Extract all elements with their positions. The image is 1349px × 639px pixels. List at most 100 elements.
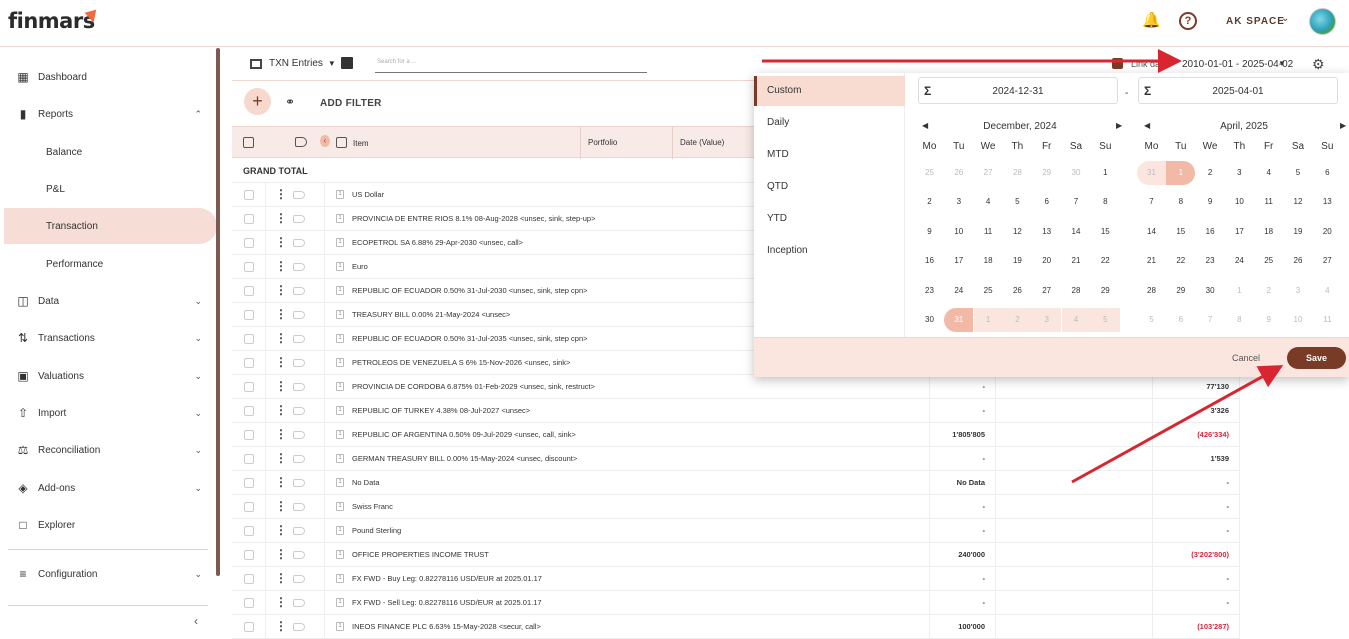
chevron-down-icon[interactable]: ⌄ xyxy=(1281,13,1289,24)
calendar-day[interactable]: 1 xyxy=(1225,279,1254,303)
calendar-day[interactable]: 24 xyxy=(944,279,973,303)
row-checkbox[interactable] xyxy=(244,526,254,536)
sidebar-item-transaction[interactable]: Transaction xyxy=(4,208,217,244)
avatar[interactable] xyxy=(1309,8,1336,35)
calendar-day[interactable]: 4 xyxy=(1254,161,1283,185)
app-logo[interactable]: finmars xyxy=(8,9,95,33)
calendar-day[interactable]: 14 xyxy=(1062,220,1091,244)
expand-icon[interactable]: 1 xyxy=(336,526,344,535)
table-row[interactable]: ⋮ 1 PROVINCIA DE CORDOBA 6.875% 01-Feb-202… xyxy=(232,375,1240,399)
expand-icon[interactable]: 1 xyxy=(336,550,344,559)
expand-icon[interactable]: 1 xyxy=(336,262,344,271)
calendar-day[interactable]: 15 xyxy=(1166,220,1195,244)
expand-icon[interactable]: 1 xyxy=(336,214,344,223)
calendar-day[interactable]: 2 xyxy=(1002,308,1032,332)
sidebar-item-data[interactable]: ◫ Data ⌄ xyxy=(0,283,216,319)
tag-icon[interactable] xyxy=(293,407,305,415)
row-checkbox[interactable] xyxy=(244,238,254,248)
table-row[interactable]: ⋮ 1 REPUBLIC OF TURKEY 4.38% 08-Jul-2027 <… xyxy=(232,399,1240,423)
row-checkbox[interactable] xyxy=(244,598,254,608)
calendar-day[interactable]: 25 xyxy=(1254,249,1283,273)
calendar-day[interactable]: 25 xyxy=(915,161,944,185)
caret-down-icon[interactable]: ▼ xyxy=(1278,59,1286,68)
row-checkbox[interactable] xyxy=(244,502,254,512)
calendar-day[interactable]: 10 xyxy=(1284,308,1313,332)
tag-icon[interactable] xyxy=(293,431,305,439)
sidebar-item-balance[interactable]: Balance xyxy=(0,134,216,170)
row-checkbox[interactable] xyxy=(244,622,254,632)
more-vertical-icon[interactable]: ⋮ xyxy=(275,619,287,633)
row-checkbox[interactable] xyxy=(244,406,254,416)
sidebar-item-reconciliation[interactable]: ⚖ Reconciliation ⌄ xyxy=(0,432,216,468)
link-icon[interactable]: ⚭ xyxy=(285,95,295,109)
calendar-day[interactable]: 6 xyxy=(1032,190,1061,214)
row-checkbox[interactable] xyxy=(244,214,254,224)
calendar-day[interactable]: 5 xyxy=(1137,308,1166,332)
calendar-day[interactable]: 26 xyxy=(944,161,973,185)
calendar-day[interactable]: 16 xyxy=(1196,220,1225,244)
expand-icon[interactable]: 1 xyxy=(336,286,344,295)
more-vertical-icon[interactable]: ⋮ xyxy=(275,379,287,393)
calendar-day[interactable]: 5 xyxy=(1090,308,1120,332)
expand-icon[interactable]: 1 xyxy=(336,406,344,415)
table-row[interactable]: ⋮ 1 Pound Sterling - - xyxy=(232,519,1240,543)
tag-icon[interactable] xyxy=(293,311,305,319)
calendar-day[interactable]: 7 xyxy=(1062,190,1091,214)
column-header-date-value[interactable]: Date (Value) xyxy=(672,127,750,159)
more-vertical-icon[interactable]: ⋮ xyxy=(275,403,287,417)
sidebar-scrollbar[interactable] xyxy=(216,48,220,576)
sidebar-item-valuations[interactable]: ▣ Valuations ⌄ xyxy=(0,358,216,394)
tag-icon[interactable] xyxy=(293,215,305,223)
sidebar-item-reports[interactable]: ▮ Reports ⌃ xyxy=(0,96,216,132)
column-header-item[interactable]: Item xyxy=(353,139,369,148)
calendar-day[interactable]: 11 xyxy=(1254,190,1283,214)
row-checkbox[interactable] xyxy=(244,574,254,584)
calendar-day[interactable]: 20 xyxy=(1313,220,1342,244)
expand-icon[interactable]: 1 xyxy=(336,598,344,607)
calendar-day[interactable]: 3 xyxy=(1225,161,1254,185)
tag-icon[interactable] xyxy=(293,239,305,247)
preset-daily[interactable]: Daily xyxy=(754,108,905,138)
help-icon[interactable]: ? xyxy=(1179,12,1197,30)
tag-icon[interactable] xyxy=(293,503,305,511)
tag-icon[interactable] xyxy=(293,551,305,559)
expand-icon[interactable]: 1 xyxy=(336,454,344,463)
calendar-day[interactable]: 5 xyxy=(1003,190,1032,214)
calendar-day[interactable]: 31 xyxy=(1137,161,1166,185)
more-vertical-icon[interactable]: ⋮ xyxy=(275,235,287,249)
row-checkbox[interactable] xyxy=(244,310,254,320)
tag-icon[interactable] xyxy=(293,455,305,463)
more-vertical-icon[interactable]: ⋮ xyxy=(275,595,287,609)
tag-icon[interactable] xyxy=(295,137,307,147)
tag-icon[interactable] xyxy=(293,359,305,367)
expand-icon[interactable]: 1 xyxy=(336,310,344,319)
from-date-input[interactable]: Σ 2024-12-31 xyxy=(918,77,1118,104)
expand-icon[interactable]: 1 xyxy=(336,478,344,487)
more-vertical-icon[interactable]: ⋮ xyxy=(275,187,287,201)
sidebar-item-dashboard[interactable]: ▦ Dashboard xyxy=(0,59,216,95)
select-all-checkbox[interactable] xyxy=(243,137,254,148)
column-header-portfolio[interactable]: Portfolio xyxy=(580,127,672,159)
calendar-day[interactable]: 5 xyxy=(1284,161,1313,185)
preset-inception[interactable]: Inception xyxy=(754,236,905,266)
save-layout-icon[interactable] xyxy=(341,57,353,69)
tag-icon[interactable] xyxy=(293,479,305,487)
cancel-button[interactable]: Cancel xyxy=(1232,353,1260,363)
calendar-day[interactable]: 1 xyxy=(1166,161,1196,185)
calendar-day[interactable]: 6 xyxy=(1313,161,1342,185)
calendar-day[interactable]: 29 xyxy=(1032,161,1061,185)
calendar-day[interactable]: 21 xyxy=(1137,249,1166,273)
calendar-day[interactable]: 4 xyxy=(1313,279,1342,303)
row-checkbox[interactable] xyxy=(244,286,254,296)
calendar-day[interactable]: 9 xyxy=(915,220,944,244)
calendar-day[interactable]: 31 xyxy=(944,308,974,332)
calendar-day[interactable]: 17 xyxy=(944,249,973,273)
calendar-day[interactable]: 27 xyxy=(974,161,1003,185)
expand-icon[interactable]: 1 xyxy=(336,334,344,343)
tag-icon[interactable] xyxy=(293,263,305,271)
table-row[interactable]: ⋮ 1 FX FWD - Sell Leg: 0.82278116 USD/EUR … xyxy=(232,591,1240,615)
chevron-left-icon[interactable]: ‹ xyxy=(194,614,198,628)
calendar-day[interactable]: 14 xyxy=(1137,220,1166,244)
calendar-day[interactable]: 3 xyxy=(1032,308,1062,332)
row-checkbox[interactable] xyxy=(244,478,254,488)
